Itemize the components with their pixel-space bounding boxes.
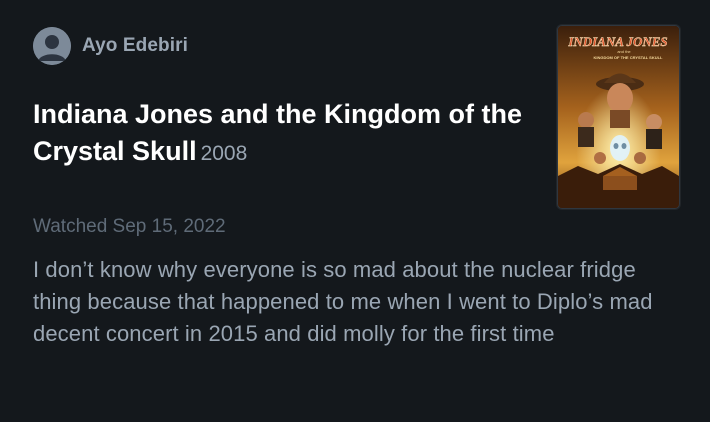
film-title-block: Indiana Jones and the Kingdom of the Cry… — [33, 96, 533, 172]
poster-image: INDIANA JONES and the KINGDOM OF THE CRY… — [558, 26, 679, 208]
poster-logo-text: INDIANA JONES — [567, 34, 667, 49]
film-poster[interactable]: INDIANA JONES and the KINGDOM OF THE CRY… — [557, 25, 680, 209]
review-text: I don’t know why everyone is so mad abou… — [33, 257, 653, 346]
avatar[interactable] — [33, 27, 71, 65]
poster-subtitle: KINGDOM OF THE CRYSTAL SKULL — [593, 55, 663, 60]
poster-subtitle-small: and the — [617, 49, 631, 54]
film-year[interactable]: 2008 — [201, 142, 248, 165]
film-title[interactable]: Indiana Jones and the Kingdom of the Cry… — [33, 99, 522, 166]
user-avatar-icon — [33, 27, 71, 65]
author-row[interactable]: Ayo Edebiri — [33, 27, 188, 65]
author-name[interactable]: Ayo Edebiri — [82, 35, 188, 57]
watched-date: Watched Sep 15, 2022 — [33, 216, 226, 237]
